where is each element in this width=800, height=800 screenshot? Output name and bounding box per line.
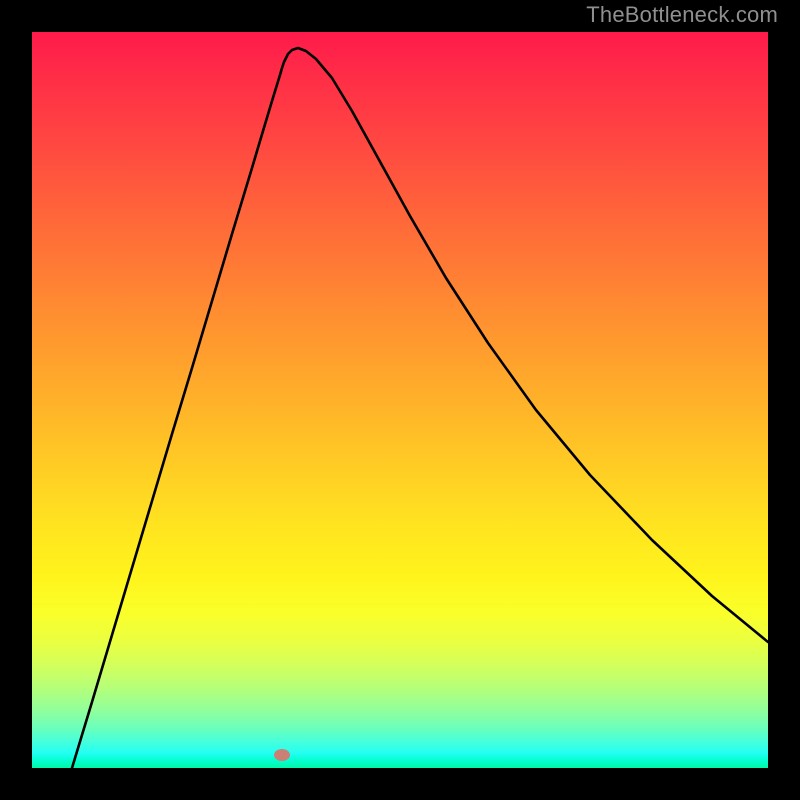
credit-label: TheBottleneck.com [586, 2, 778, 28]
plot-area [32, 32, 768, 768]
optimal-marker [274, 749, 290, 761]
curve-path [72, 48, 768, 768]
bottleneck-curve [32, 32, 768, 768]
chart-frame: TheBottleneck.com [0, 0, 800, 800]
